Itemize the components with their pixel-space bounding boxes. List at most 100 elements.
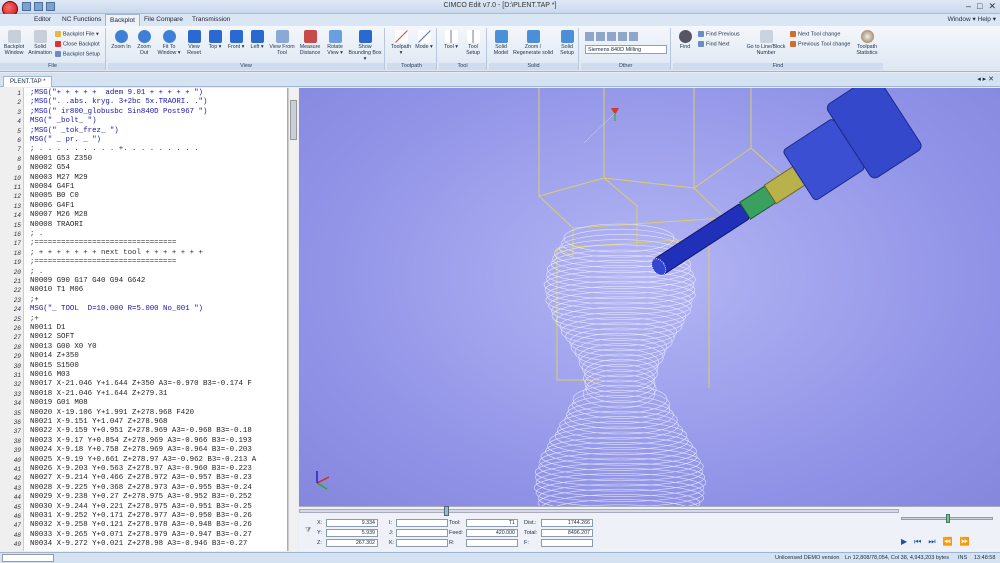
measure-distance-button[interactable]: Measure Distance [297,30,323,56]
code-text: N0031 X-9.252 Y+0.171 Z+278.977 A3=-0.95… [30,512,252,520]
solid-setup-button[interactable]: Solid Setup [556,30,578,56]
line-number: 15 [13,221,21,229]
origin-marker [611,108,619,121]
line-number: 35 [13,409,21,417]
zoom-out-button[interactable]: Zoom Out [133,30,155,56]
code-text: ;MSG(" _tok_frez_ ") [30,126,119,135]
go-to-line-icon [759,30,773,43]
playback-slider[interactable] [299,506,899,516]
code-editor[interactable]: 1 ;MSG("+ + + + + adem 9.01 + + + + + ") 2… [0,88,288,551]
tool-setup-button[interactable]: Tool Setup [462,30,484,56]
playback-slider-thumb[interactable] [444,506,449,516]
document-tab-bar: PLENT.TAP * ◂ ▸ ✕ [0,73,1000,87]
toolpath-pass [574,338,666,367]
other-icon-4[interactable] [618,32,627,41]
title-bar: CIMCO Edit v7.0 - [D:\PLENT.TAP *] – □ ✕ [0,0,1000,17]
mode-button[interactable]: Mode ▾ [413,30,435,50]
toolpath-button[interactable]: Toolpath ▾ [389,30,413,56]
gauge-icon [860,30,874,43]
other-icon-row [585,32,638,41]
code-text: ;+ [30,295,39,304]
fit-to-window-button[interactable]: Fit To Window ▾ [156,30,182,56]
readout-feed-value: 420.000 [466,529,518,537]
solid-animation-button[interactable]: Solid Animation [28,30,52,56]
left-view-button[interactable]: Left ▾ [248,30,266,50]
tab-editor[interactable]: Editor [30,14,55,26]
status-bar: Unlicensed DEMO version Ln 12,808/78,054… [0,552,1000,563]
backplot-file-button[interactable]: Backplot File ▾ [55,31,99,37]
previous-tool-change-button[interactable]: Previous Tool change [790,41,851,47]
play-icon[interactable]: ▶ [901,537,907,547]
maximize-button[interactable]: □ [977,1,982,12]
line-number: 24 [13,306,21,314]
line-number: 29 [13,353,21,361]
machine-select[interactable]: Siemens 840D Milling [585,45,667,54]
filter-icon[interactable]: ⧩ [305,527,311,535]
fit-to-window-icon [162,30,176,43]
readout-z-value: 267.302 [326,539,378,547]
editor-scrollbar[interactable] [288,88,298,551]
speed-slider-thumb[interactable] [946,514,950,523]
readout-x-value: 9.334 [326,519,378,527]
backplot-window-button[interactable]: Backplot Window [2,30,26,56]
code-text: N0034 X-9.272 Y+0.021 Z+278.98 A3=-0.946… [30,540,248,549]
find-next-button[interactable]: Find Next [698,41,730,47]
code-text: N0029 X-9.238 Y+0.27 Z+278.975 A3=-0.952… [30,493,252,502]
backplot-setup-button[interactable]: Backplot Setup [55,51,100,57]
rotate-view-button[interactable]: Rotate View ▾ [324,30,346,56]
view-reset-button[interactable]: View Reset [184,30,204,56]
code-text: ;+ [30,314,39,323]
next-tool-change-button[interactable]: Next Tool change [790,31,840,37]
go-to-line-button[interactable]: Go to Line/Block Number [743,30,789,56]
line-number: 3 [17,108,21,116]
other-icon-5[interactable] [629,32,638,41]
zoom-in-button[interactable]: Zoom In [110,30,132,50]
close-backplot-button[interactable]: Close Backplot [55,41,100,47]
show-bounding-box-button[interactable]: Show Bounding Box ▾ [348,30,382,62]
fast-forward-icon[interactable]: ⏩ [960,537,970,547]
tool-button[interactable]: Tool ▾ [441,30,461,50]
find-button[interactable]: Find [675,30,695,50]
status-input[interactable] [2,554,54,562]
document-tab[interactable]: PLENT.TAP * [3,76,53,87]
find-previous-button[interactable]: Find Previous [698,31,740,37]
zoom-regenerate-solid-button[interactable]: Zoom / Regenerate solid [511,30,555,56]
line-number: 44 [13,494,21,502]
tab-file-compare[interactable]: File Compare [140,14,187,26]
toolpath-statistics-button[interactable]: Toolpath Statistics [853,30,881,56]
line-number: 39 [13,447,21,455]
close-button[interactable]: ✕ [988,1,996,12]
tab-nc-functions[interactable]: NC Functions [58,14,105,26]
other-icon-3[interactable] [607,32,616,41]
speed-slider[interactable] [901,514,993,523]
line-number: 5 [17,127,21,135]
tab-transmission[interactable]: Transmission [188,14,234,26]
status-position: Ln 12,808/78,054, Col 38, 4,943,203 byte… [845,555,949,561]
front-view-button[interactable]: Front ▾ [226,30,246,50]
scrollbar-thumb[interactable] [290,100,297,140]
fast-back-icon[interactable]: ⏪ [943,537,953,547]
step-back-icon[interactable]: ⏮ [914,537,921,547]
tab-backplot[interactable]: Backplot [105,14,140,26]
next-tool-icon [790,31,796,37]
code-text: N0002 G54 [30,164,70,173]
code-text: ;================================ [30,239,177,248]
minimize-button[interactable]: – [966,1,971,12]
line-number: 17 [13,240,21,248]
position-panel: ⧩ X: 9.334 Y: 5.939 Z: 267.302 I: J: K: Too… [299,506,1000,551]
top-view-button[interactable]: Top ▾ [206,30,224,50]
other-icon-1[interactable] [585,32,594,41]
tab-nav-arrows[interactable]: ◂ ▸ ✕ [977,75,994,83]
backplot-viewport[interactable] [299,88,1000,506]
view-from-tool-button[interactable]: View From Tool [268,30,296,56]
backplot-scene [316,88,922,506]
other-icon-2[interactable] [596,32,605,41]
code-text: ; . [30,267,44,276]
readout-f-value [541,539,593,547]
window-controls: – □ ✕ [966,1,996,12]
solid-model-button[interactable]: Solid Model [491,30,511,56]
code-text: N0010 T1 M06 [30,286,84,295]
line-number: 45 [13,503,21,511]
window-help-menu[interactable]: Window ▾ Help ▾ [948,15,996,23]
step-forward-icon[interactable]: ⏭ [928,537,935,547]
